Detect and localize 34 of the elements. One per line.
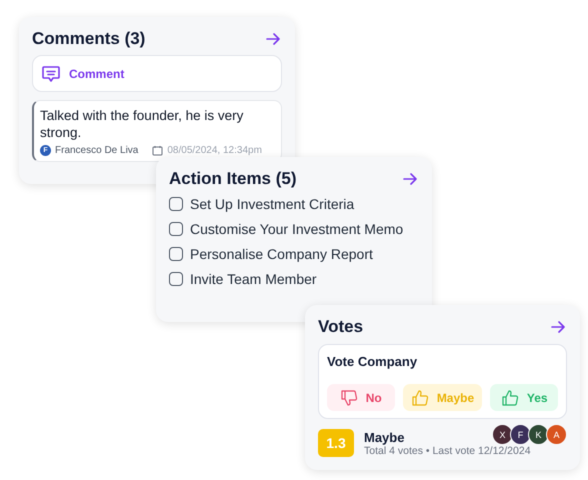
action-item-label: Customise Your Investment Memo [190,221,404,237]
author-name: Francesco De Liva [55,145,138,156]
action-item-label: Personalise Company Report [190,246,373,262]
vote-result: Maybe [364,430,404,444]
action-item-label: Set Up Investment Criteria [190,196,354,212]
voter-avatar: X [492,424,513,445]
comment-button[interactable]: Comment [32,55,282,92]
vote-button[interactable]: Yes [490,384,558,411]
thumbs-down-icon [340,388,358,406]
arrow-right-icon[interactable] [266,33,280,45]
checkbox[interactable] [169,272,183,286]
card-title: Action Items (5) [169,169,297,189]
card-title: Votes [318,317,364,337]
checkbox[interactable] [169,222,183,236]
calendar-icon [152,145,164,156]
vote-button[interactable]: Maybe [402,384,482,411]
voter-avatar: A [546,424,567,445]
checkbox[interactable] [169,247,183,261]
vote-button[interactable]: No [327,384,395,411]
comment-date: 08/05/2024, 12:34pm [167,145,262,156]
vote-title: Vote Company [327,354,418,369]
checkbox[interactable] [169,197,183,211]
comment-text: Talked with the founder, he is very strong. [40,107,244,141]
voter-avatar: K [528,424,549,445]
comment-icon [41,64,61,84]
score-badge: 1.3 [318,429,354,457]
voter-avatar: F [510,424,531,445]
thumbs-up-icon [500,388,519,406]
card-title: Comments (3) [32,29,146,49]
thumbs-up-icon [410,388,429,406]
vote-summary: Total 4 votes • Last vote 12/12/2024 [364,444,531,456]
arrow-right-icon[interactable] [403,173,417,185]
action-item-label: Invite Team Member [190,271,317,287]
arrow-right-icon[interactable] [551,321,565,333]
